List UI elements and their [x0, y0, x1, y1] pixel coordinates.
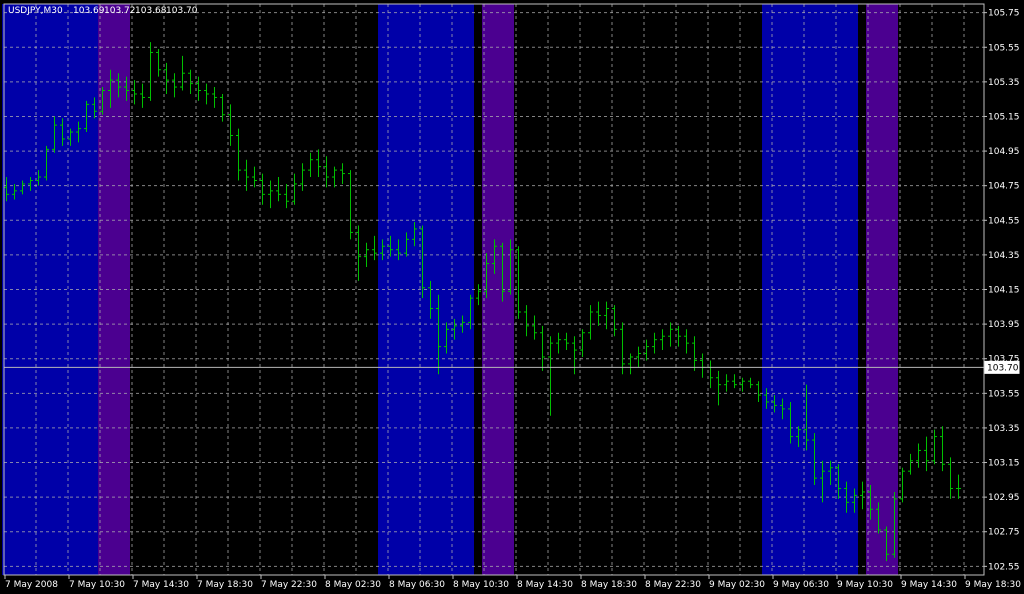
price-chart[interactable]: 105.75 105.55 105.35 105.15 104.95 104.75 104.… [0, 0, 1024, 594]
y-tick-label: 105.35 [988, 78, 1020, 88]
x-tick-label: 8 May 18:30 [581, 580, 637, 590]
y-tick-label: 103.15 [988, 459, 1020, 469]
x-tick-label: 7 May 2008 [5, 580, 58, 590]
y-tick-label: 103.35 [988, 424, 1020, 434]
quote-high: 103.72 [104, 6, 136, 16]
y-tick-label: 104.55 [988, 216, 1020, 226]
y-tick-label: 104.15 [988, 286, 1020, 296]
current-price-label: 103.70 [987, 363, 1019, 373]
y-tick-label: 102.55 [988, 562, 1020, 572]
x-tick-label: 7 May 14:30 [133, 580, 189, 590]
y-tick-label: 105.15 [988, 112, 1020, 122]
quote-close: 103.70 [166, 6, 198, 16]
y-tick-label: 104.95 [988, 147, 1020, 157]
x-tick-label: 7 May 22:30 [261, 580, 317, 590]
x-tick-label: 8 May 22:30 [645, 580, 701, 590]
x-tick-label: 9 May 10:30 [837, 580, 893, 590]
x-tick-label: 8 May 02:30 [325, 580, 381, 590]
y-tick-label: 105.55 [988, 43, 1020, 53]
y-tick-label: 105.75 [988, 9, 1020, 19]
x-tick-label: 8 May 10:30 [453, 580, 509, 590]
y-tick-label: 104.35 [988, 251, 1020, 261]
x-tick-label: 8 May 14:30 [517, 580, 573, 590]
y-tick-label: 102.75 [988, 528, 1020, 538]
chart-header: USDJPY,M30 103.69 103.72 103.68 103.70 [8, 6, 198, 16]
x-tick-label: 9 May 02:30 [709, 580, 765, 590]
y-tick-label: 103.95 [988, 320, 1020, 330]
x-tick-label: 9 May 14:30 [901, 580, 957, 590]
x-tick-label: 7 May 18:30 [197, 580, 253, 590]
symbol-title: USDJPY,M30 [8, 6, 63, 16]
x-tick-label: 8 May 06:30 [389, 580, 445, 590]
y-tick-label: 104.75 [988, 182, 1020, 192]
quote-open: 103.69 [73, 6, 105, 16]
x-tick-label: 9 May 18:30 [965, 580, 1021, 590]
y-tick-label: 102.95 [988, 493, 1020, 503]
x-tick-label: 7 May 10:30 [69, 580, 125, 590]
x-tick-label: 9 May 06:30 [773, 580, 829, 590]
price-badge: 103.70 [984, 360, 1020, 374]
y-tick-label: 103.55 [988, 389, 1020, 399]
quote-low: 103.68 [135, 6, 167, 16]
